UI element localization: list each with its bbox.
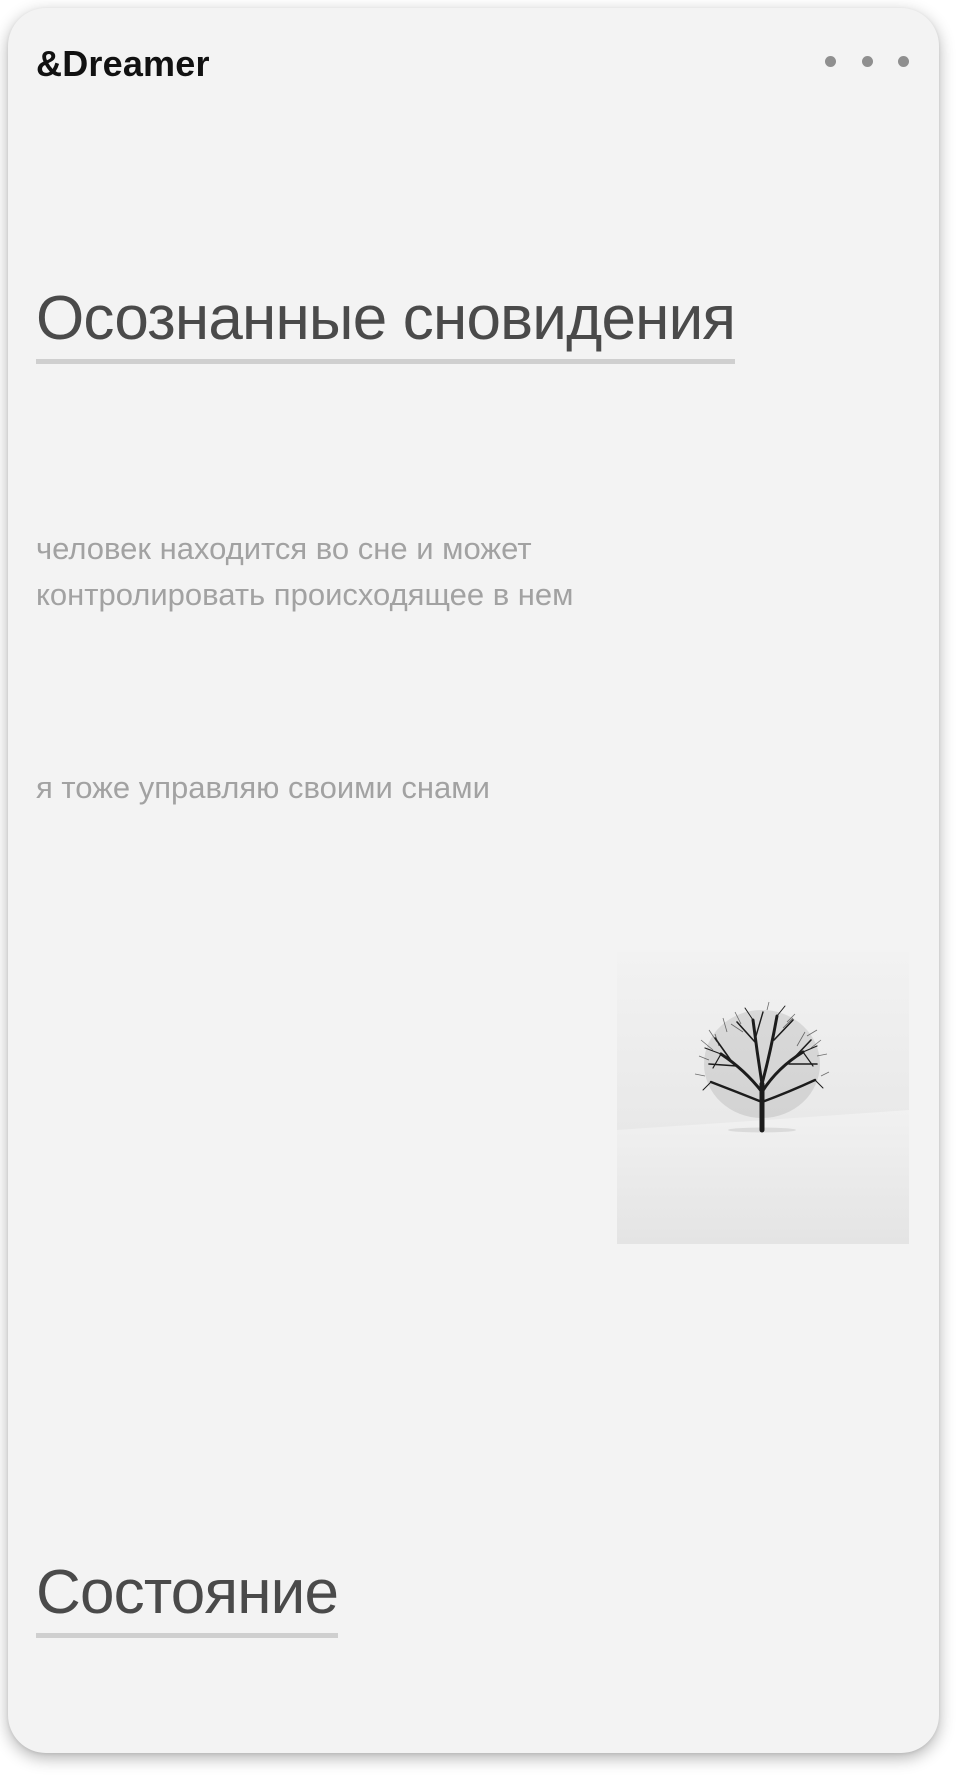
app-card: &Dreamer Осознанные сновидения человек н… bbox=[8, 8, 939, 1753]
menu-dot-icon bbox=[825, 55, 836, 67]
personal-note-text: я тоже управляю своими снами bbox=[36, 770, 490, 805]
tree-in-snow-image bbox=[617, 952, 909, 1244]
menu-dot-icon bbox=[861, 55, 873, 67]
description-line: контролировать происходящее в нем bbox=[36, 577, 574, 612]
more-menu-button[interactable] bbox=[825, 54, 909, 68]
tree-illustration-icon bbox=[617, 952, 909, 1244]
description-line: человек находится во сне и может bbox=[36, 531, 532, 566]
description-text: человек находится во сне и может контрол… bbox=[36, 526, 656, 618]
app-logo[interactable]: &Dreamer bbox=[36, 46, 210, 82]
section-title: Состояние bbox=[36, 1562, 339, 1638]
menu-dot-icon bbox=[898, 55, 909, 67]
page-title: Осознанные сновидения bbox=[36, 288, 736, 364]
